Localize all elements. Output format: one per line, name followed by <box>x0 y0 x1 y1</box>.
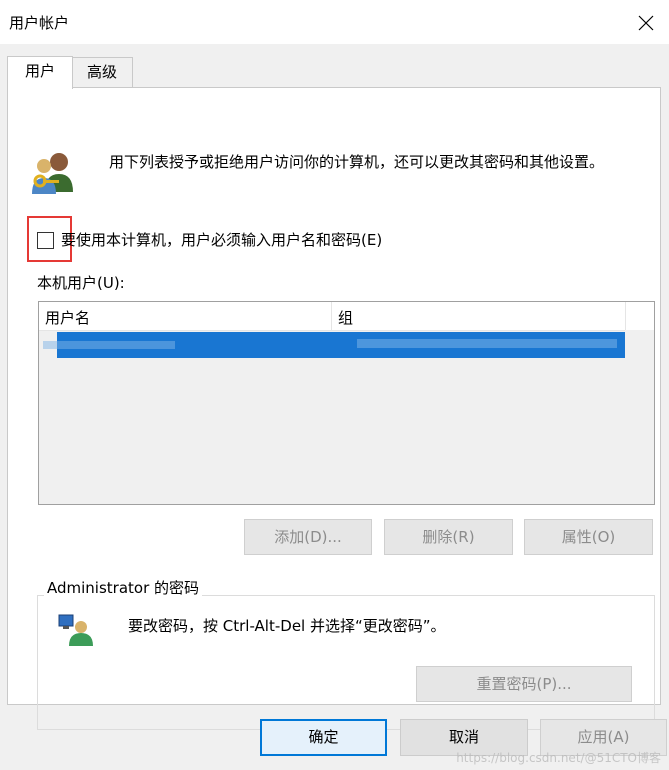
remove-user-button[interactable]: 删除(R) <box>384 519 513 555</box>
users-key-icon <box>32 153 73 194</box>
properties-button[interactable]: 属性(O) <box>524 519 653 555</box>
require-login-label[interactable]: 要使用本计算机，用户必须输入用户名和密码(E) <box>61 229 382 250</box>
watermark: https://blog.csdn.net/@51CTO博客 <box>456 751 661 765</box>
close-icon <box>638 15 654 31</box>
reset-password-button[interactable]: 重置密码(P)... <box>416 666 632 702</box>
column-group[interactable]: 组 <box>338 307 353 328</box>
tab-advanced[interactable]: 高级 <box>71 57 133 88</box>
require-login-checkbox[interactable] <box>37 232 54 249</box>
user-password-icon <box>58 614 93 646</box>
local-users-list[interactable]: 用户名 组 <box>38 301 655 505</box>
table-row-selected[interactable] <box>43 332 625 358</box>
list-header: 用户名 组 <box>39 302 625 331</box>
tab-users[interactable]: 用户 <box>7 56 73 89</box>
window-title: 用户帐户 <box>9 14 70 32</box>
users-tab-panel: 用下列表授予或拒绝用户访问你的计算机，还可以更改其密码和其他设置。 要使用本计算… <box>7 87 661 730</box>
local-users-label: 本机用户(U): <box>37 274 125 292</box>
redacted-group <box>357 339 617 348</box>
add-user-button[interactable]: 添加(D)... <box>244 519 372 555</box>
redacted-username <box>43 341 175 349</box>
window-body: 用户 高级 用下列表授予或拒绝用户访问你的计算机，还可以更改其密码和其他设置。 … <box>0 44 669 770</box>
close-button[interactable] <box>623 4 669 42</box>
intro-text: 用下列表授予或拒绝用户访问你的计算机，还可以更改其密码和其他设置。 <box>109 153 605 171</box>
column-username[interactable]: 用户名 <box>45 307 90 328</box>
column-divider[interactable] <box>331 302 332 330</box>
password-instructions: 要改密码，按 Ctrl-Alt-Del 并选择“更改密码”。 <box>128 617 446 635</box>
ok-button[interactable]: 确定 <box>260 719 387 756</box>
password-group-title: Administrator 的密码 <box>44 577 203 598</box>
title-bar: 用户帐户 <box>0 0 669 44</box>
header-corner <box>625 302 654 330</box>
